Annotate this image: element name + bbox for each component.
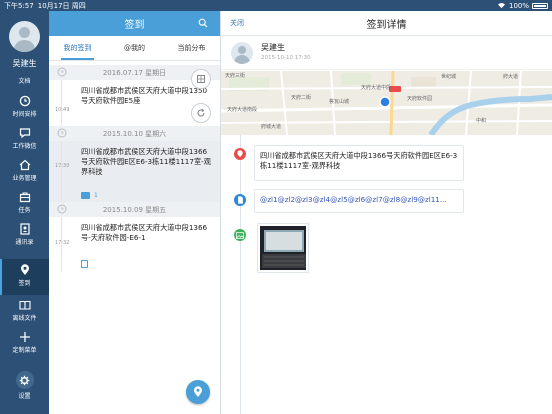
nav-item-work-wechat[interactable]: 工作微信 — [0, 125, 49, 155]
status-time: 下午5:57 — [4, 1, 34, 10]
image-icon — [81, 192, 90, 199]
date-label: 2016.07.17 星期日 — [102, 68, 167, 77]
document-icon — [234, 194, 246, 206]
nav-user-name: 吴建生 — [12, 59, 37, 68]
location-pin-icon — [234, 148, 246, 160]
timeline-line — [61, 141, 62, 204]
tab-distribution[interactable]: 当前分布 — [163, 36, 220, 60]
mentions-card: @zl1@zl2@zl3@zl4@zl5@zl6@zl7@zl8@zl9@zl1… — [254, 189, 464, 213]
map-label: 荟瓦山城 — [329, 99, 350, 105]
checkin-list-panel: 签到 我的签到 @我的 当前分布 2016.07.17 星期日 四川省成都市武侯… — [49, 11, 221, 414]
avatar — [231, 41, 253, 64]
map-label: 府城大道 — [261, 124, 282, 130]
nav-item-label: 任务 — [18, 207, 31, 214]
plus-icon — [19, 332, 30, 342]
list-tabs: 我的签到 @我的 当前分布 — [49, 36, 220, 61]
date-label: 2015.10.09 星期五 — [102, 205, 167, 214]
search-icon[interactable] — [198, 18, 208, 28]
nav-item-label: 签到 — [18, 280, 31, 287]
list-header: 签到 — [49, 11, 220, 36]
image-icon — [234, 229, 246, 241]
location-pin-icon — [194, 386, 202, 397]
wifi-icon — [497, 2, 505, 9]
nav-item-label: 离线文件 — [12, 315, 37, 322]
date-header: 2015.10.09 星期五 — [49, 202, 220, 217]
checkin-entry[interactable]: 四川省成都市武侯区天府大道中段1366号-天府软件园-E6-1 17:32 — [49, 217, 220, 272]
nav-item-settings[interactable]: 设置 — [0, 371, 49, 405]
clock-icon — [57, 67, 67, 77]
book-icon — [18, 300, 31, 310]
status-date: 10月17日 周四 — [37, 1, 86, 10]
nav-item-schedule[interactable]: 时间安排 — [0, 93, 49, 123]
location-pin-icon — [20, 264, 29, 275]
entry-time: 17:30 — [55, 163, 70, 169]
nav-item-label: 工作微信 — [12, 143, 37, 150]
detail-user-row: 吴建生 2015-10-10 17:30 — [221, 36, 552, 70]
photo-thumbnail — [260, 226, 306, 270]
battery-percent: 100% — [508, 1, 529, 10]
left-navigation: 吴建生 文档 时间安排 工作微信 业务管理 任务 通讯录 签到 离线文件 定制菜… — [0, 11, 49, 414]
map-label: 天府二街 — [291, 95, 312, 101]
checkin-entry[interactable]: 四川省成都市武侯区天府大道中段1366号天府软件园E区E6-3栋11楼1117室… — [49, 141, 220, 204]
clock-icon — [57, 128, 67, 138]
entry-time: 17:32 — [55, 240, 70, 246]
nav-item-checkin[interactable]: 签到 — [0, 259, 49, 295]
layers-icon — [197, 75, 205, 83]
map-layer-button[interactable] — [191, 69, 211, 89]
nav-item-offline-files[interactable]: 离线文件 — [0, 297, 49, 327]
entry-address: 四川省成都市武侯区天府大道中段1366号天府软件园E区E6-3栋11楼1117室… — [81, 147, 211, 176]
nav-item-label: 文档 — [18, 78, 31, 85]
close-button[interactable]: 关闭 — [230, 18, 244, 28]
entry-address: 四川省成都市武侯区天府大道中段1350号天府软件园E5座 — [81, 86, 208, 105]
entry-time: 10:49 — [55, 107, 70, 113]
nav-item-custom-menu[interactable]: 定制菜单 — [0, 329, 49, 359]
detail-header: 关闭 签到详情 — [221, 11, 552, 36]
refresh-icon — [197, 108, 205, 117]
chat-icon — [19, 128, 30, 139]
tab-mentions[interactable]: @我的 — [106, 36, 163, 60]
nav-item-tasks[interactable]: 任务 — [0, 189, 49, 219]
contacts-icon — [19, 223, 30, 235]
address-card: 四川省成都市武侯区天府大道中段1366号天府软件园E区E6-3栋11楼1117室… — [254, 145, 464, 181]
nav-item-contacts[interactable]: 通讯录 — [0, 221, 49, 251]
timeline-line — [61, 80, 62, 126]
map-label: 府大道 — [503, 74, 519, 80]
nav-item-label: 时间安排 — [12, 111, 37, 118]
detail-title: 签到详情 — [366, 19, 407, 31]
map-label: 天府软件园 — [407, 96, 433, 102]
detail-timeline-line — [240, 135, 241, 414]
user-avatar[interactable] — [9, 21, 40, 52]
map-label: 天府大道中段 — [361, 85, 392, 91]
location-map[interactable]: 天府三街 天府大道中段 天府大道南段 天府二街 荟瓦山城 世纪城 天府软件园 府… — [221, 71, 552, 135]
nav-item-label: 定制菜单 — [12, 347, 37, 354]
date-header: 2015.10.10 星期六 — [49, 126, 220, 141]
date-label: 2015.10.10 星期六 — [102, 129, 167, 138]
briefcase-icon — [19, 192, 30, 203]
attached-photo[interactable] — [257, 223, 309, 273]
clock-icon — [19, 95, 30, 107]
nav-item-label: 通讯录 — [15, 239, 34, 246]
battery-icon — [532, 2, 548, 9]
home-icon — [19, 159, 30, 171]
nav-item-business[interactable]: 业务管理 — [0, 157, 49, 187]
gear-icon — [15, 371, 34, 389]
clock-icon — [57, 204, 67, 214]
checkin-fab[interactable] — [186, 380, 210, 404]
nav-item-label: 业务管理 — [12, 175, 37, 182]
map-label: 天府三街 — [225, 73, 246, 79]
entry-address: 四川省成都市武侯区天府大道中段1366号-天府软件园-E6-1 — [81, 223, 208, 242]
status-bar: 下午5:57 10月17日 周四 100% — [0, 0, 552, 11]
detail-user-name: 吴建生 — [261, 43, 285, 52]
nav-item-label: 设置 — [18, 393, 31, 400]
tab-my-checkins[interactable]: 我的签到 — [49, 36, 106, 60]
refresh-button[interactable] — [191, 103, 211, 123]
document-icon — [81, 260, 88, 268]
list-title: 签到 — [124, 20, 145, 31]
map-label: 天府大道南段 — [227, 107, 258, 113]
image-count: 1 — [94, 192, 98, 199]
map-label: 中和 — [476, 118, 487, 124]
detail-datetime: 2015-10-10 17:30 — [261, 55, 311, 61]
checkin-detail-panel: 关闭 签到详情 吴建生 2015-10-10 17:30 天府三街 天府大道中段… — [221, 11, 552, 414]
map-label: 世纪城 — [441, 74, 457, 80]
